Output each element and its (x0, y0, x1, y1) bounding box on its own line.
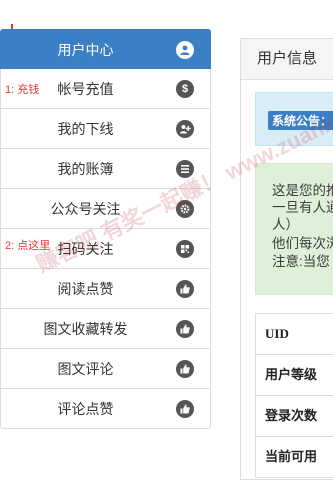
notice-badge: 系统公告： (268, 111, 333, 130)
user-icon (176, 41, 194, 59)
sidebar-item-label: 我的下线 (57, 121, 114, 137)
gear-icon (176, 200, 194, 218)
sidebar-item-label: 阅读点赞 (57, 281, 114, 297)
sidebar-item-ledger[interactable]: 我的账簿 (0, 149, 211, 189)
qrcode-icon (176, 240, 194, 258)
tip-line: 一旦有人通 (272, 200, 333, 215)
panel-title: 用户信息 (241, 39, 333, 80)
sidebar-item-read-like[interactable]: 阅读点赞 (0, 269, 211, 309)
sidebar-item-label: 我的账簿 (57, 161, 114, 177)
user-info-table: UID 用户等级 登录次数 当前可用 (255, 313, 333, 478)
thumbs-up-icon (176, 320, 194, 338)
sidebar-item-follow-account[interactable]: 公众号关注 (0, 189, 211, 229)
sidebar-item-collect-share[interactable]: 图文收藏转发 (0, 309, 211, 349)
table-row: UID (255, 314, 333, 355)
thumbs-up-icon (176, 360, 194, 378)
annotation-click-here: 2: 点这里 (5, 240, 51, 252)
sidebar-item-downline[interactable]: 我的下线 (0, 109, 211, 149)
sidebar-item-label: 图文收藏转发 (43, 321, 128, 337)
tip-line: 人） (272, 217, 299, 232)
annotation-recharge: 1: 充钱 (5, 84, 40, 96)
thumbs-up-icon (176, 280, 194, 298)
dollar-icon: $ (176, 80, 194, 98)
system-notice: 系统公告： (255, 92, 333, 146)
list-icon (176, 160, 194, 178)
sidebar-item-label: 图文评论 (57, 361, 114, 377)
sidebar-item-label: 评论点赞 (57, 401, 114, 417)
thumbs-up-icon (176, 400, 194, 418)
sidebar-item-comment[interactable]: 图文评论 (0, 349, 211, 389)
sidebar-item-label: 用户中心 (57, 42, 114, 58)
tip-line: 这是您的推 (272, 183, 333, 198)
table-row: 用户等级 (255, 355, 333, 396)
sidebar-item-comment-like[interactable]: 评论点赞 (0, 389, 211, 429)
tip-line: 他们每次浏 (272, 236, 333, 251)
table-row: 登录次数 (255, 396, 333, 437)
tip-line: 注意:当您 (272, 254, 330, 269)
tip-box: 这是您的推 一旦有人通 人） 他们每次浏 注意:当您 (255, 163, 333, 295)
table-row: 当前可用 (255, 437, 333, 478)
sidebar-item-label: 公众号关注 (50, 201, 121, 217)
sidebar-item-user-center[interactable]: 用户中心 (0, 29, 211, 69)
user-add-icon (176, 120, 194, 138)
